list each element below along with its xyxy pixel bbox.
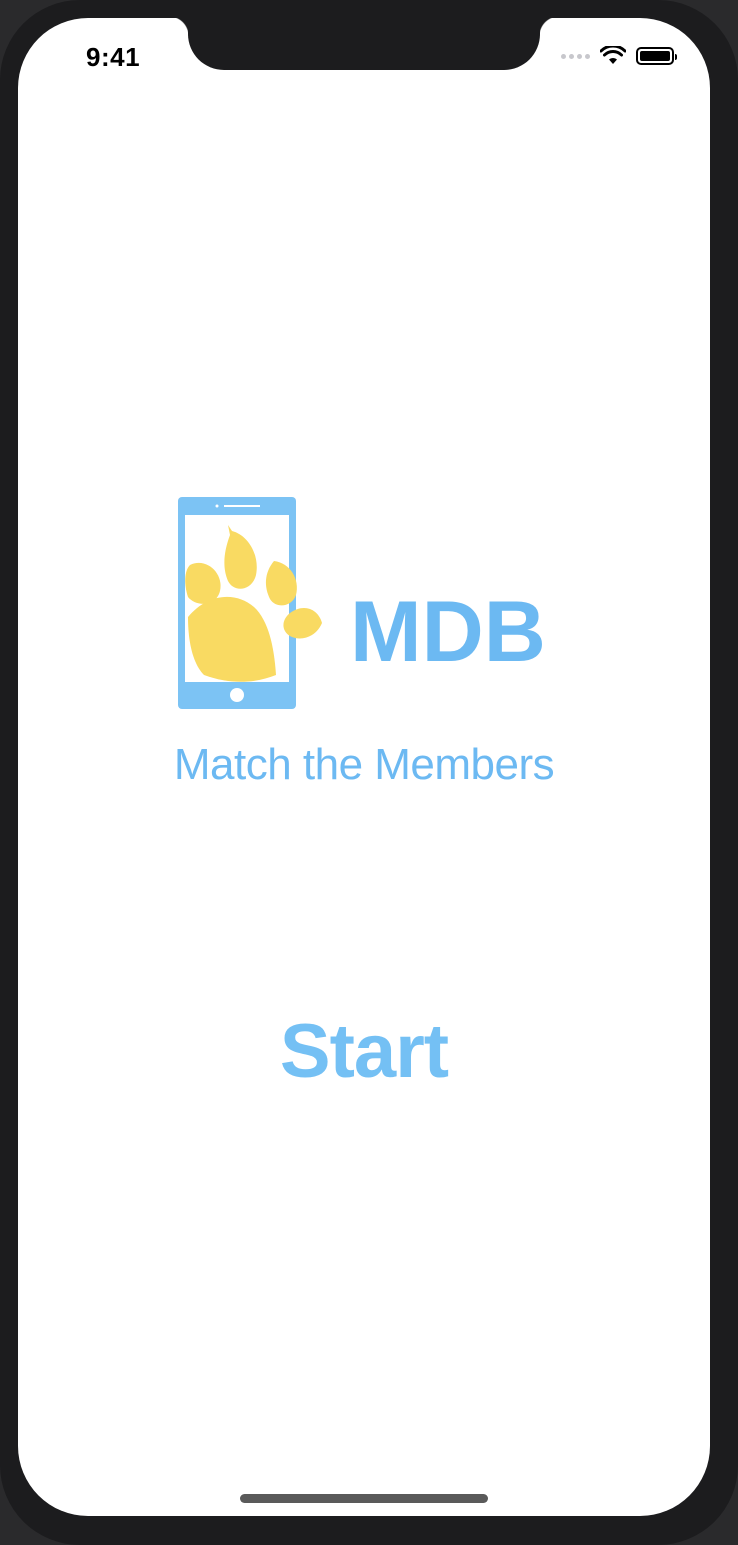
paw-on-phone-icon <box>178 497 322 709</box>
device-frame: 9:41 MDB Match the Members Start <box>0 0 738 1545</box>
wifi-icon <box>600 46 626 64</box>
home-indicator[interactable] <box>240 1494 488 1503</box>
logo-wordmark: MDB <box>350 584 546 680</box>
device-notch <box>169 18 559 70</box>
cellular-signal-icon <box>561 53 590 59</box>
mdb-logo: MDB <box>178 497 546 709</box>
start-button[interactable]: Start <box>214 1006 514 1096</box>
battery-icon <box>636 47 677 65</box>
status-icons <box>561 46 677 66</box>
app-subtitle: Match the Members <box>173 740 555 789</box>
status-time: 9:41 <box>86 42 141 72</box>
app-screen: 9:41 MDB Match the Members Start <box>18 18 710 1516</box>
